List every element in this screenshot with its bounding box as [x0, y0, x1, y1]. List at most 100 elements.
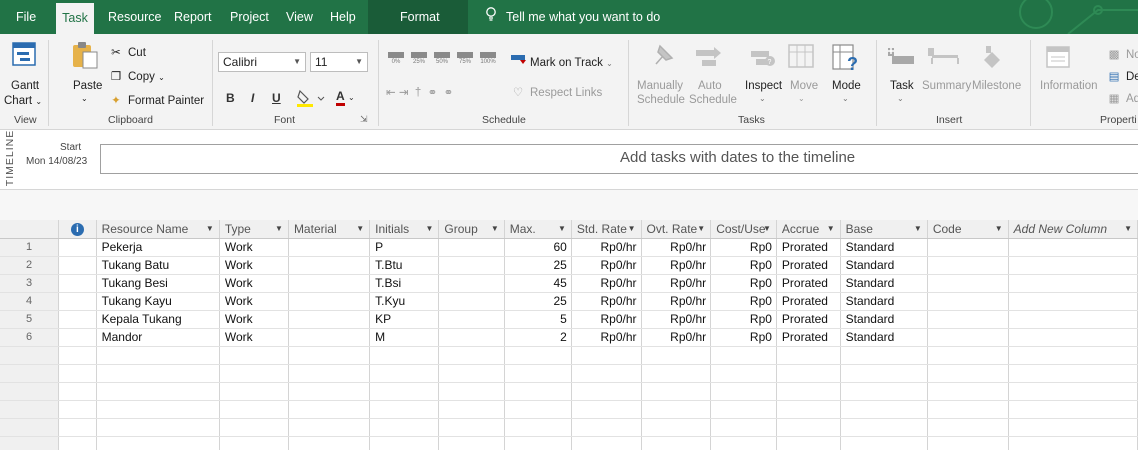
- cell-ovt-rate[interactable]: Rp0/hr: [641, 238, 712, 257]
- column-header-indicators[interactable]: i: [58, 220, 97, 239]
- cell-cost-use[interactable]: Rp0: [710, 256, 777, 275]
- cell-max[interactable]: 25: [504, 292, 572, 311]
- cell-ovt-rate[interactable]: Rp0/hr: [641, 328, 712, 347]
- cell-cost-use[interactable]: Rp0: [710, 328, 777, 347]
- column-header-accrue[interactable]: Accrue ▼: [776, 220, 841, 239]
- manually-schedule-label-1[interactable]: Manually: [637, 80, 683, 92]
- auto-schedule-label-1[interactable]: Auto: [698, 80, 722, 92]
- font-color-button[interactable]: A ⌄: [336, 89, 355, 106]
- cell-add-new[interactable]: [1008, 238, 1138, 257]
- cell-ovt-rate[interactable]: Rp0/hr: [641, 292, 712, 311]
- tell-me-box[interactable]: Tell me what you want to do: [484, 0, 660, 34]
- cell-base[interactable]: Standard: [840, 274, 928, 293]
- timeline-bar[interactable]: [100, 144, 1138, 174]
- column-header-code[interactable]: Code ▼: [927, 220, 1009, 239]
- cell-code[interactable]: [927, 292, 1009, 311]
- font-size-select[interactable]: 11 ▼: [310, 52, 368, 72]
- cell-accrue[interactable]: Prorated: [776, 238, 841, 257]
- cell-group[interactable]: [438, 256, 505, 275]
- cell-resource-name[interactable]: Pekerja: [96, 238, 220, 257]
- cell-initials[interactable]: T.Bsi: [369, 274, 440, 293]
- table-row[interactable]: 2 Tukang Batu Work T.Btu 25 Rp0/hr Rp0/h…: [0, 256, 1138, 275]
- cell-group[interactable]: [438, 238, 505, 257]
- cell-add-new[interactable]: [1008, 310, 1138, 329]
- cell-accrue[interactable]: Prorated: [776, 256, 841, 275]
- tab-format[interactable]: Format: [400, 0, 440, 34]
- cell-group[interactable]: [438, 328, 505, 347]
- cell-add-new[interactable]: [1008, 274, 1138, 293]
- cell-max[interactable]: 25: [504, 256, 572, 275]
- column-header-ovt-rate[interactable]: Ovt. Rate ▼: [641, 220, 712, 239]
- row-number[interactable]: 5: [0, 310, 60, 329]
- column-header-initials[interactable]: Initials ▼: [369, 220, 440, 239]
- cell-type[interactable]: Work: [219, 256, 289, 275]
- empty-row[interactable]: [0, 382, 1138, 401]
- cell-std-rate[interactable]: Rp0/hr: [571, 292, 642, 311]
- auto-schedule-label-2[interactable]: Schedule: [689, 94, 737, 106]
- cell-std-rate[interactable]: Rp0/hr: [571, 328, 642, 347]
- column-header-max[interactable]: Max. ▼: [504, 220, 572, 239]
- cell-resource-name[interactable]: Kepala Tukang: [96, 310, 220, 329]
- font-family-select[interactable]: Calibri ▼: [218, 52, 306, 72]
- cell-ovt-rate[interactable]: Rp0/hr: [641, 274, 712, 293]
- empty-row[interactable]: [0, 436, 1138, 450]
- mark-on-track-button[interactable]: Mark on Track ⌄: [510, 52, 613, 70]
- cell-type[interactable]: Work: [219, 328, 289, 347]
- indicator-cell[interactable]: [58, 328, 97, 347]
- row-number[interactable]: 4: [0, 292, 60, 311]
- font-dialog-launcher-icon[interactable]: ⇲: [360, 114, 368, 125]
- column-header-cost-use[interactable]: Cost/Use ▼: [710, 220, 777, 239]
- cell-accrue[interactable]: Prorated: [776, 310, 841, 329]
- indicator-cell[interactable]: [58, 238, 97, 257]
- row-number[interactable]: 2: [0, 256, 60, 275]
- gantt-chart-dropdown[interactable]: Chart ⌄: [4, 95, 42, 107]
- tab-task[interactable]: Task: [56, 0, 94, 34]
- column-header-type[interactable]: Type ▼: [219, 220, 289, 239]
- move-button[interactable]: Move: [790, 80, 818, 92]
- italic-button[interactable]: I: [251, 91, 254, 105]
- indicator-cell[interactable]: [58, 256, 97, 275]
- cell-resource-name[interactable]: Mandor: [96, 328, 220, 347]
- gantt-chart-button[interactable]: Gantt: [11, 80, 39, 92]
- indicator-cell[interactable]: [58, 292, 97, 311]
- mode-button[interactable]: Mode: [832, 80, 861, 92]
- format-painter-button[interactable]: ✦ Format Painter: [108, 92, 204, 110]
- column-header-add-new[interactable]: Add New Column ▼: [1008, 220, 1138, 239]
- cell-resource-name[interactable]: Tukang Batu: [96, 256, 220, 275]
- respect-links-button[interactable]: ♡ Respect Links: [510, 84, 602, 102]
- empty-row[interactable]: [0, 346, 1138, 365]
- column-header-group[interactable]: Group ▼: [438, 220, 505, 239]
- paste-button[interactable]: Paste: [73, 80, 102, 92]
- table-row[interactable]: 3 Tukang Besi Work T.Bsi 45 Rp0/hr Rp0/h…: [0, 274, 1138, 293]
- copy-button[interactable]: ❐ Copy ⌄: [108, 68, 165, 86]
- cell-group[interactable]: [438, 310, 505, 329]
- insert-summary-button[interactable]: Summary: [922, 80, 971, 92]
- cell-group[interactable]: [438, 274, 505, 293]
- cell-std-rate[interactable]: Rp0/hr: [571, 274, 642, 293]
- bold-button[interactable]: B: [226, 91, 235, 105]
- add-to-timeline-button[interactable]: ▦ Ad: [1106, 90, 1138, 108]
- cell-code[interactable]: [927, 310, 1009, 329]
- cell-max[interactable]: 2: [504, 328, 572, 347]
- insert-milestone-button[interactable]: Milestone: [972, 80, 1021, 92]
- cell-add-new[interactable]: [1008, 256, 1138, 275]
- cell-max[interactable]: 45: [504, 274, 572, 293]
- select-all-corner[interactable]: [0, 220, 60, 239]
- empty-row[interactable]: [0, 418, 1138, 437]
- cell-initials[interactable]: M: [369, 328, 440, 347]
- cell-type[interactable]: Work: [219, 238, 289, 257]
- percent-complete-0-button[interactable]: 0%: [386, 52, 406, 66]
- cell-base[interactable]: Standard: [840, 328, 928, 347]
- details-button[interactable]: ▤ De: [1106, 68, 1138, 86]
- cell-resource-name[interactable]: Tukang Besi: [96, 274, 220, 293]
- table-row[interactable]: 5 Kepala Tukang Work KP 5 Rp0/hr Rp0/hr …: [0, 310, 1138, 329]
- percent-complete-50-button[interactable]: 50%: [432, 52, 452, 66]
- tab-view[interactable]: View: [286, 0, 313, 34]
- tab-file[interactable]: File: [16, 0, 36, 34]
- cell-cost-use[interactable]: Rp0: [710, 292, 777, 311]
- cell-add-new[interactable]: [1008, 292, 1138, 311]
- cell-max[interactable]: 5: [504, 310, 572, 329]
- cell-initials[interactable]: P: [369, 238, 440, 257]
- cell-material[interactable]: [288, 310, 371, 329]
- move-dropdown[interactable]: ⌄: [798, 94, 805, 103]
